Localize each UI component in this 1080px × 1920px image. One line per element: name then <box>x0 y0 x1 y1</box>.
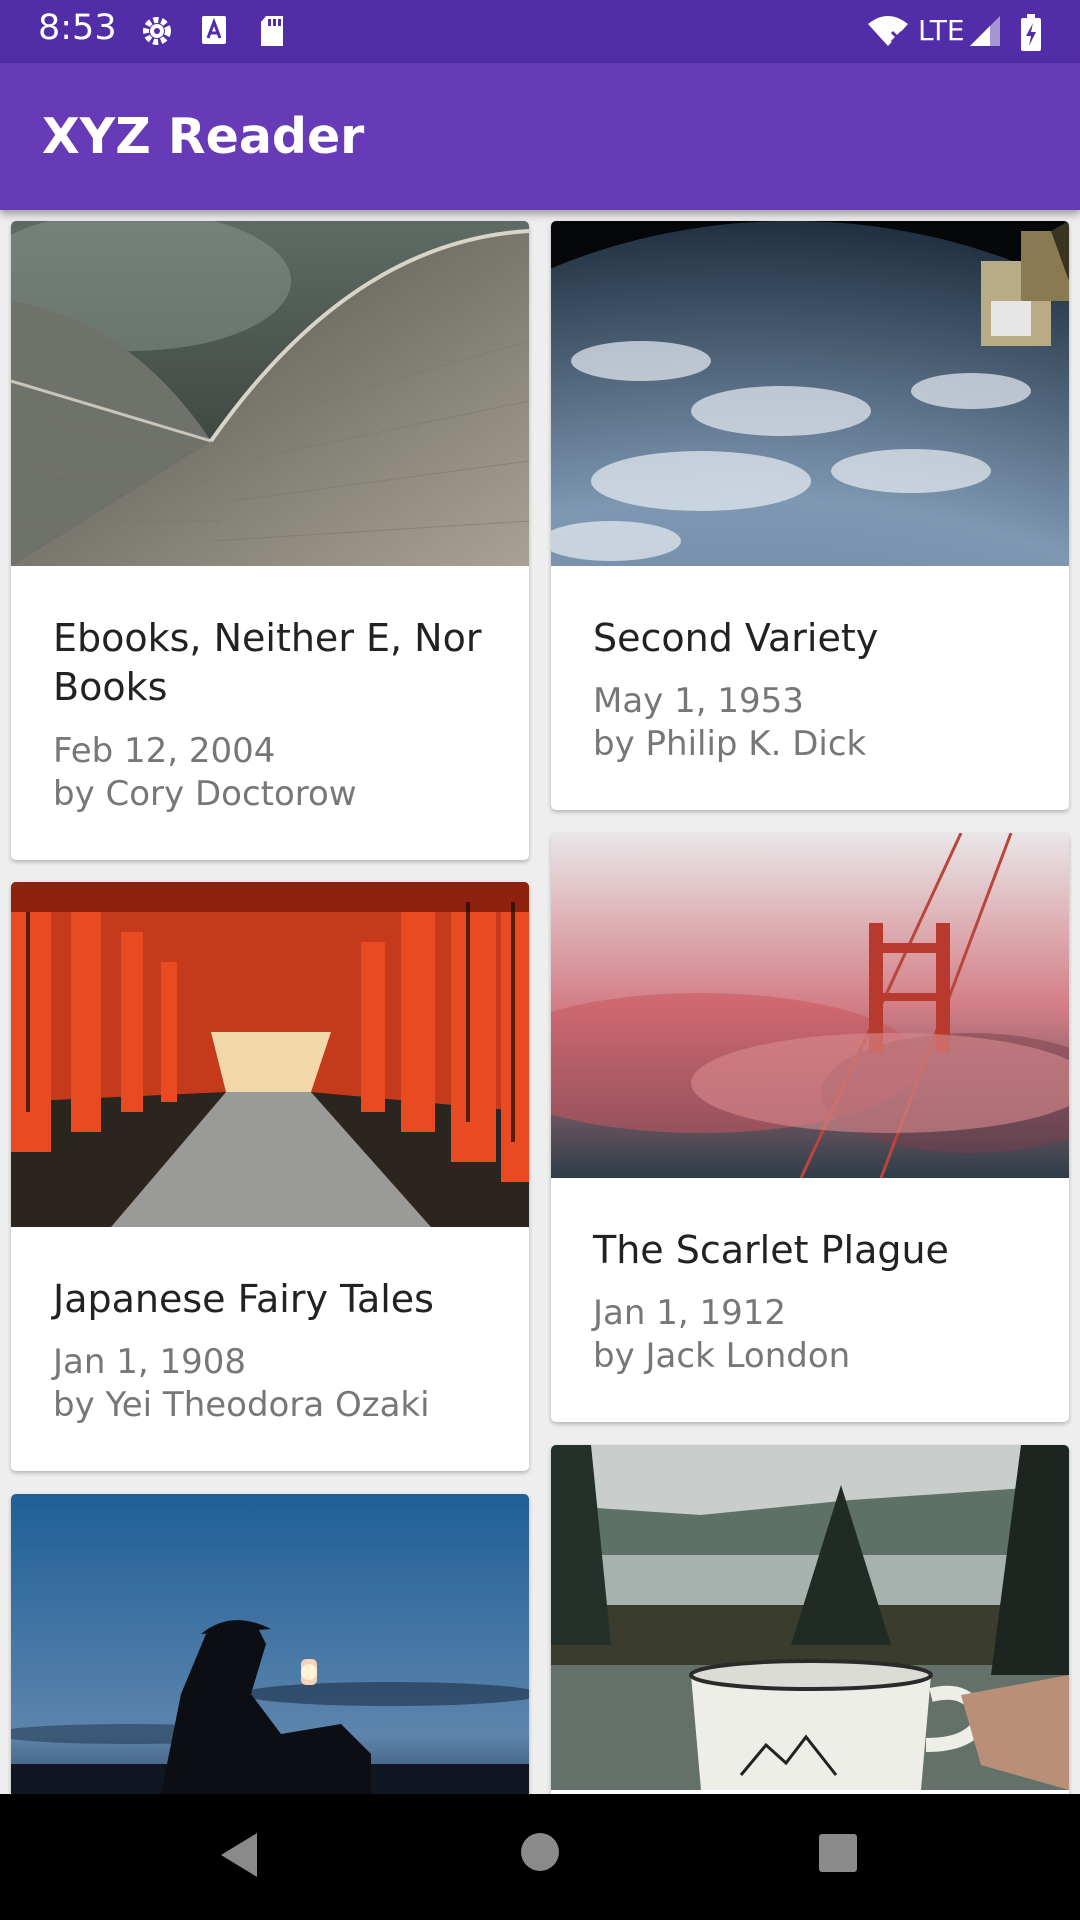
article-author: by Jack London <box>593 1336 851 1376</box>
sd-card-icon <box>261 16 283 46</box>
article-card[interactable]: The Scarlet Plague Jan 1, 1912 by Jack L… <box>551 833 1069 1422</box>
article-date: Feb 12, 2004 <box>53 731 276 771</box>
article-title: Japanese Fairy Tales <box>53 1277 434 1321</box>
article-photo <box>11 221 529 566</box>
back-icon[interactable] <box>215 1829 265 1881</box>
article-list[interactable]: Ebooks, Neither E, Nor Books Feb 12, 200… <box>0 210 1080 1794</box>
signal-icon <box>970 16 1000 46</box>
status-bar: 8:53 LTE <box>0 0 1080 63</box>
font-icon <box>202 16 226 44</box>
article-card[interactable]: Second Variety May 1, 1953 by Philip K. … <box>551 221 1069 810</box>
article-title: The Scarlet Plague <box>593 1228 949 1272</box>
app-bar: XYZ Reader <box>0 63 1080 210</box>
wifi-icon <box>868 16 908 46</box>
app-title: XYZ Reader <box>42 108 365 165</box>
battery-charging-icon <box>1021 14 1041 51</box>
article-card[interactable]: Ebooks, Neither E, Nor Books Feb 12, 200… <box>11 221 529 860</box>
article-date: Jan 1, 1908 <box>53 1342 246 1382</box>
article-date: Jan 1, 1912 <box>593 1293 786 1333</box>
status-time: 8:53 <box>38 8 117 48</box>
article-photo <box>551 833 1069 1178</box>
article-photo <box>551 221 1069 566</box>
article-photo <box>11 1494 529 1794</box>
article-date: May 1, 1953 <box>593 681 804 721</box>
recents-icon[interactable] <box>817 1832 859 1874</box>
article-photo <box>551 1445 1069 1790</box>
gear-icon <box>143 17 171 45</box>
article-photo <box>11 882 529 1227</box>
home-icon[interactable] <box>519 1831 561 1873</box>
article-author: by Philip K. Dick <box>593 724 867 764</box>
article-card[interactable] <box>551 1445 1069 1794</box>
article-title: Second Variety <box>593 616 879 660</box>
navigation-bar <box>0 1794 1080 1920</box>
article-card[interactable]: Japanese Fairy Tales Jan 1, 1908 by Yei … <box>11 882 529 1471</box>
network-type: LTE <box>918 14 965 47</box>
article-author: by Cory Doctorow <box>53 774 357 814</box>
article-card[interactable] <box>11 1494 529 1794</box>
article-title: Ebooks, Neither E, Nor Books <box>53 616 482 709</box>
article-author: by Yei Theodora Ozaki <box>53 1385 430 1425</box>
